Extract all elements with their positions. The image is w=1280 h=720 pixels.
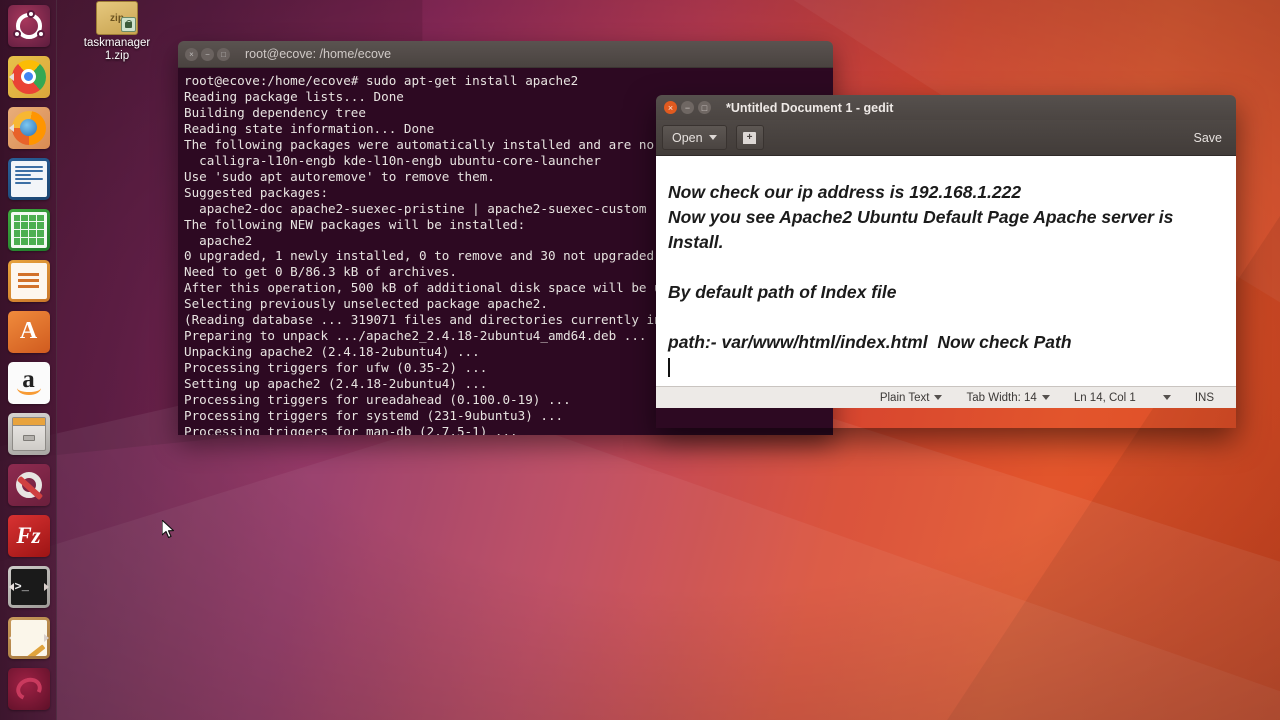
- sidebar-item-chrome[interactable]: [0, 51, 57, 102]
- sidebar-item-gedit[interactable]: [0, 612, 57, 663]
- gedit-icon: [7, 616, 50, 659]
- document-line-blank: [668, 255, 1228, 280]
- amarok-icon: [7, 667, 50, 710]
- gedit-toolbar: Open + Save: [656, 120, 1236, 156]
- document-line: Install.: [668, 232, 724, 252]
- sidebar-item-firefox[interactable]: [0, 102, 57, 153]
- chevron-down-icon: [1162, 395, 1171, 400]
- open-button[interactable]: Open: [662, 125, 727, 150]
- ubuntu-software-icon: A: [7, 310, 50, 353]
- terminal-minimize-button[interactable]: −: [201, 47, 214, 61]
- chevron-down-icon: [1041, 395, 1050, 400]
- gedit-close-button[interactable]: ×: [664, 101, 677, 114]
- unity-launcher[interactable]: A a Fz >_: [0, 0, 57, 720]
- desktop-icon-taskmanager-zip[interactable]: zip taskmanager1.zip: [78, 0, 156, 63]
- terminal-maximize-button[interactable]: □: [217, 47, 230, 61]
- sidebar-item-filezilla[interactable]: Fz: [0, 510, 57, 561]
- language-selector[interactable]: Plain Text: [868, 392, 955, 404]
- save-button[interactable]: Save: [1186, 131, 1231, 145]
- sidebar-item-amazon[interactable]: a: [0, 357, 57, 408]
- sidebar-item-impress[interactable]: [0, 255, 57, 306]
- sidebar-item-software[interactable]: A: [0, 306, 57, 357]
- document-line-blank: [668, 305, 1228, 330]
- insert-mode: INS: [1183, 392, 1226, 404]
- tab-width-selector[interactable]: Tab Width: 14: [954, 392, 1061, 404]
- gedit-window[interactable]: × − □ *Untitled Document 1 - gedit Open …: [656, 95, 1236, 428]
- chevron-down-icon: [934, 395, 943, 400]
- terminal-close-button[interactable]: ×: [185, 47, 198, 61]
- sidebar-item-terminal[interactable]: >_: [0, 561, 57, 612]
- document-line: path:- var/www/html/index.html Now check…: [668, 332, 1072, 352]
- tab-width-label: Tab Width: 14: [966, 391, 1037, 404]
- sidebar-item-dash[interactable]: [0, 0, 57, 51]
- document-line-caret: [668, 355, 1228, 380]
- files-icon: [7, 412, 50, 455]
- gedit-statusbar: Plain Text Tab Width: 14 Ln 14, Col 1 IN…: [656, 386, 1236, 408]
- terminal-line: root@ecove:/home/ecove# sudo apt-get ins…: [184, 73, 579, 88]
- document-line: Now you see Apache2 Ubuntu Default Page …: [668, 207, 1174, 227]
- gedit-text-area[interactable]: Now check our ip address is 192.168.1.22…: [656, 156, 1236, 386]
- language-label: Plain Text: [879, 391, 930, 404]
- insert-mode-label: INS: [1194, 391, 1214, 404]
- sidebar-item-amarok[interactable]: [0, 663, 57, 714]
- desktop: zip taskmanager1.zip × − □ root@ecove: /…: [0, 0, 1280, 720]
- sidebar-item-calc[interactable]: [0, 204, 57, 255]
- zip-archive-icon: zip: [96, 1, 138, 35]
- ubuntu-dash-icon: [7, 4, 50, 47]
- cursor-position[interactable]: Ln 14, Col 1: [1062, 392, 1183, 404]
- lock-icon: [121, 17, 136, 32]
- gedit-minimize-button[interactable]: −: [681, 101, 694, 114]
- gedit-title: *Untitled Document 1 - gedit: [726, 100, 894, 115]
- libreoffice-writer-icon: [7, 157, 50, 200]
- libreoffice-calc-icon: [7, 208, 50, 251]
- new-document-button[interactable]: +: [735, 125, 764, 150]
- terminal-title: root@ecove: /home/ecove: [245, 47, 392, 61]
- text-caret: [668, 358, 670, 377]
- document-line: Now check our ip address is 192.168.1.22…: [668, 182, 1022, 202]
- chevron-down-icon: [708, 135, 717, 140]
- google-chrome-icon: [7, 55, 50, 98]
- sidebar-item-settings[interactable]: [0, 459, 57, 510]
- terminal-titlebar[interactable]: × − □ root@ecove: /home/ecove: [178, 41, 833, 68]
- document-line: By default path of Index file: [668, 282, 897, 302]
- filezilla-icon: Fz: [7, 514, 50, 557]
- terminal-icon: >_: [7, 565, 50, 608]
- amazon-icon: a: [7, 361, 50, 404]
- new-document-icon: +: [743, 131, 757, 144]
- system-settings-icon: [7, 463, 50, 506]
- gedit-titlebar[interactable]: × − □ *Untitled Document 1 - gedit: [656, 95, 1236, 120]
- cursor-position-label: Ln 14, Col 1: [1073, 391, 1136, 404]
- desktop-icon-label: taskmanager1.zip: [83, 37, 151, 62]
- firefox-icon: [7, 106, 50, 149]
- sidebar-item-files[interactable]: [0, 408, 57, 459]
- open-button-label: Open: [672, 130, 703, 145]
- sidebar-item-writer[interactable]: [0, 153, 57, 204]
- gedit-maximize-button[interactable]: □: [698, 101, 711, 114]
- libreoffice-impress-icon: [7, 259, 50, 302]
